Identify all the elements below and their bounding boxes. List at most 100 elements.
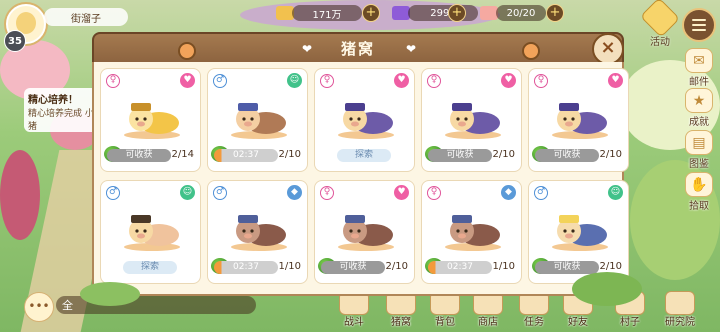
medal-icon: ★	[685, 88, 713, 113]
slot-status: 探索	[337, 149, 391, 162]
slot-status: 02:37	[428, 261, 492, 274]
nav-label: 村子	[620, 317, 640, 328]
gem-amount: 2996	[408, 5, 478, 21]
nav-label: 好友	[568, 317, 588, 328]
heart-mood-icon: ♥	[501, 73, 516, 88]
male-gender-icon: ♂	[213, 74, 227, 88]
slot-status[interactable]: 可收获	[428, 149, 492, 162]
achievement-button[interactable]: ★ 成就	[682, 88, 716, 128]
chat-channel: 全	[62, 299, 73, 312]
pig-sprite	[231, 215, 287, 251]
tip-title: 精心培养！	[28, 95, 78, 106]
pig-capacity: 20/20	[496, 5, 546, 21]
male-gender-icon: ♂	[213, 186, 227, 200]
nav-label: 背包	[435, 317, 455, 328]
bottom-nav-item[interactable]: 商店	[468, 291, 508, 328]
main-menu-button[interactable]	[682, 8, 716, 42]
pig-slot-card[interactable]: ♂ ☺ 探索	[100, 180, 201, 284]
pig-sprite	[552, 103, 608, 139]
pig-slot-card[interactable]: ♀ ♥ 可收获 2/10	[528, 68, 629, 172]
pig-slot-grid: ♀ ♥ 可收获 2/14 ♂ ☺ 02:37 2/10 ♀ ♥ 探索 ♀ ♥ 可收获 2/10 ♀ ♥ 可收获 2/…	[100, 68, 629, 284]
header-knob	[522, 42, 540, 60]
heart-mood-icon: ♥	[394, 185, 409, 200]
close-button[interactable]: ×	[592, 33, 624, 65]
dialog-body: ♀ ♥ 可收获 2/14 ♂ ☺ 02:37 2/10 ♀ ♥ 探索 ♀ ♥ 可收获 2/10 ♀ ♥ 可收获 2/…	[92, 62, 629, 296]
collection-button[interactable]: ▤ 图鉴	[682, 130, 716, 170]
smile-mood-icon: ☺	[287, 73, 302, 88]
slot-status[interactable]: 可收获	[321, 261, 385, 274]
nav-icon	[665, 291, 695, 315]
notification-tip[interactable]: 精心培养！ 精心培养完成 小猪	[24, 88, 98, 132]
grass-decoration	[80, 282, 140, 306]
pigsty-dialog: ❤ 猪窝 ❤ × ♀ ♥ 可收获 2/14 ♂ ☺ 02:37 2/10 ♀ ♥ 探索 ♀ ♥ 可收获 2/…	[80, 32, 642, 306]
pig-sprite	[231, 103, 287, 139]
bottom-nav-item[interactable]: 战斗	[334, 291, 374, 328]
pig-sprite	[338, 103, 394, 139]
bottom-nav-item[interactable]: 背包	[425, 291, 465, 328]
female-gender-icon: ♀	[106, 74, 120, 88]
slot-status[interactable]: 可收获	[535, 261, 599, 274]
female-gender-icon: ♀	[534, 74, 548, 88]
tip-text: 精心培养完成 小猪	[28, 109, 94, 132]
dialog-title: 猪窝	[340, 40, 375, 58]
slot-count: 1/10	[278, 261, 301, 272]
pig-slot-card[interactable]: ♀ ♥ 可收获 2/10	[421, 68, 522, 172]
pig-sprite	[445, 215, 501, 251]
slot-status: 02:37	[214, 261, 278, 274]
female-gender-icon: ♀	[320, 74, 334, 88]
pig-slot-card[interactable]: ♀ ♥ 探索	[314, 68, 415, 172]
chat-bubble-icon[interactable]: •••	[24, 292, 54, 322]
slot-status: 探索	[123, 261, 177, 274]
pig-slot-card[interactable]: ♂ ☺ 02:37 2/10	[207, 68, 308, 172]
slot-count: 1/10	[492, 261, 515, 272]
mail-button[interactable]: ✉ 邮件	[682, 48, 716, 88]
gold-amount: 171万	[292, 5, 362, 21]
slot-count: 2/10	[599, 149, 622, 160]
heart-mood-icon: ♥	[608, 73, 623, 88]
add-capacity-button[interactable]: +	[546, 4, 564, 22]
slot-count: 2/10	[278, 149, 301, 160]
pig-slot-card[interactable]: ♀ ♥ 可收获 2/10	[314, 180, 415, 284]
pickup-button[interactable]: ✋ 拾取	[682, 172, 716, 212]
heart-icon: ❤	[406, 42, 417, 56]
add-gold-button[interactable]: +	[362, 4, 380, 22]
slot-status[interactable]: 可收获	[535, 149, 599, 162]
bottom-nav-item[interactable]: 任务	[514, 291, 554, 328]
slot-count: 2/10	[385, 261, 408, 272]
gift-icon	[639, 0, 681, 38]
bottom-nav-item[interactable]: 猪窝	[381, 291, 421, 328]
pig-slot-card[interactable]: ♀ ♥ 可收获 2/14	[100, 68, 201, 172]
male-gender-icon: ♂	[106, 186, 120, 200]
pig-sprite	[552, 215, 608, 251]
drop-mood-icon: ◆	[501, 185, 516, 200]
slot-status[interactable]: 可收获	[107, 149, 171, 162]
collection-label: 图鉴	[689, 159, 709, 170]
dialog-header: ❤ 猪窝 ❤	[92, 32, 624, 64]
heart-mood-icon: ♥	[180, 73, 195, 88]
slot-count: 2/14	[171, 149, 194, 160]
pig-sprite	[124, 215, 180, 251]
activity-button[interactable]: 活动	[639, 0, 681, 48]
smile-mood-icon: ☺	[608, 185, 623, 200]
pig-slot-card[interactable]: ♂ ☺ 可收获 2/10	[528, 180, 629, 284]
pig-sprite	[124, 103, 180, 139]
pig-slot-card[interactable]: ♀ ◆ 02:37 1/10	[421, 180, 522, 284]
nav-label: 任务	[524, 317, 544, 328]
drop-mood-icon: ◆	[287, 185, 302, 200]
slot-count: 2/10	[599, 261, 622, 272]
bottom-nav-item[interactable]: 研究院	[660, 291, 700, 328]
blossom-tree	[0, 150, 40, 240]
nav-label: 猪窝	[391, 317, 411, 328]
smile-mood-icon: ☺	[180, 185, 195, 200]
pig-slot-card[interactable]: ♂ ◆ 02:37 1/10	[207, 180, 308, 284]
pickup-label: 拾取	[689, 201, 709, 212]
nav-label: 研究院	[665, 317, 695, 328]
nav-label: 商店	[478, 317, 498, 328]
female-gender-icon: ♀	[320, 186, 334, 200]
heart-mood-icon: ♥	[394, 73, 409, 88]
mail-label: 邮件	[689, 77, 709, 88]
slot-status: 02:37	[214, 149, 278, 162]
slot-count: 2/10	[492, 149, 515, 160]
book-icon: ▤	[685, 130, 713, 155]
add-gem-button[interactable]: +	[448, 4, 466, 22]
